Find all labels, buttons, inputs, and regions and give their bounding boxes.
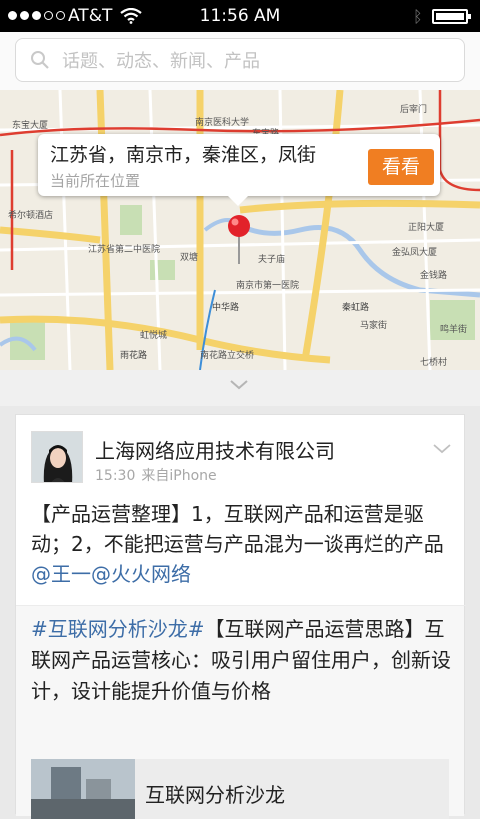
search-input[interactable] [60,47,454,75]
map-label: 雨花路 [120,351,148,361]
author-name[interactable]: 上海网络应用技术有限公司 [95,435,335,464]
repost-text: #互联网分析沙龙#【互联网产品运营思路】互联网产品运营核心：吸引用户留住用户，创… [31,614,451,707]
map-label: 南京医科大学 [195,118,250,128]
status-bar: AT&T 11:56 AM ᛒ [0,0,480,32]
map-label: 后宰门 [400,105,428,115]
post-meta: 15:30 来自iPhone [95,465,217,485]
location-pin-icon [228,215,250,264]
map-view[interactable]: 东宝大厦 南京医科大学 东宝路 希尔顿酒店 江苏省第二中医院 双塘 夫子庙 南京… [0,90,480,370]
map-label: 正阳大厦 [408,223,445,233]
location-subtitle: 当前所在位置 [50,172,141,190]
map-label: 马家街 [360,321,388,331]
map-label: 双塘 [180,253,199,263]
map-label: 夫子庙 [258,255,286,265]
map-label: 鸣羊街 [440,325,468,335]
map-label: 南花路立交桥 [200,351,255,361]
map-label: 虹悦城 [140,331,168,341]
search-area [0,32,480,90]
map-collapse-bar[interactable] [0,370,480,406]
clock: 11:56 AM [199,6,281,26]
map-label: 希尔顿酒店 [8,211,54,221]
map-label: 七桥村 [420,358,448,368]
map-label: 秦虹路 [342,303,370,313]
post-time: 15:30 [95,468,136,484]
chevron-down-icon[interactable] [228,378,250,392]
location-popup: 江苏省，南京市，秦淮区，凤街 当前所在位置 看看 [38,134,440,206]
map-label: 东宝大厦 [12,121,49,131]
repost-block[interactable]: #互联网分析沙龙#【互联网产品运营思路】互联网产品运营核心：吸引用户留住用户，创… [16,606,464,819]
link-title: 互联网分析沙龙 [145,783,285,807]
feed-card[interactable]: 上海网络应用技术有限公司 15:30 来自iPhone 【产品运营整理】1，互联网… [15,414,466,819]
map-label: 金钱路 [420,271,448,281]
location-address: 江苏省，南京市，秦淮区，凤街 [50,144,317,166]
link-thumbnail [31,759,135,819]
link-card[interactable]: 互联网分析沙龙 [31,759,449,819]
topic-link[interactable]: #互联网分析沙龙# [31,617,205,641]
post-text: 【产品运营整理】1，互联网产品和运营是驱动；2，不能把运营与产品混为一谈再烂的产… [31,499,456,589]
map-label: 中华路 [212,303,240,313]
avatar[interactable] [31,431,83,483]
battery-icon [432,9,471,24]
mention-link[interactable]: @王一 [31,562,91,586]
map-label: 江苏省第二中医院 [88,245,161,255]
chevron-down-icon[interactable] [432,443,452,455]
avatar-image [32,432,82,482]
search-icon [31,51,49,69]
map-label: 南京市第一医院 [236,281,300,291]
view-button[interactable]: 看看 [368,149,434,185]
post-body: 【产品运营整理】1，互联网产品和运营是驱动；2，不能把运营与产品混为一谈再烂的产… [31,502,444,556]
bluetooth-icon: ᛒ [413,7,423,26]
search-box[interactable] [15,38,465,82]
mention-link[interactable]: @火火网络 [91,562,191,586]
map-label: 金弘凤大厦 [392,248,438,258]
post-source: 来自iPhone [141,468,217,484]
